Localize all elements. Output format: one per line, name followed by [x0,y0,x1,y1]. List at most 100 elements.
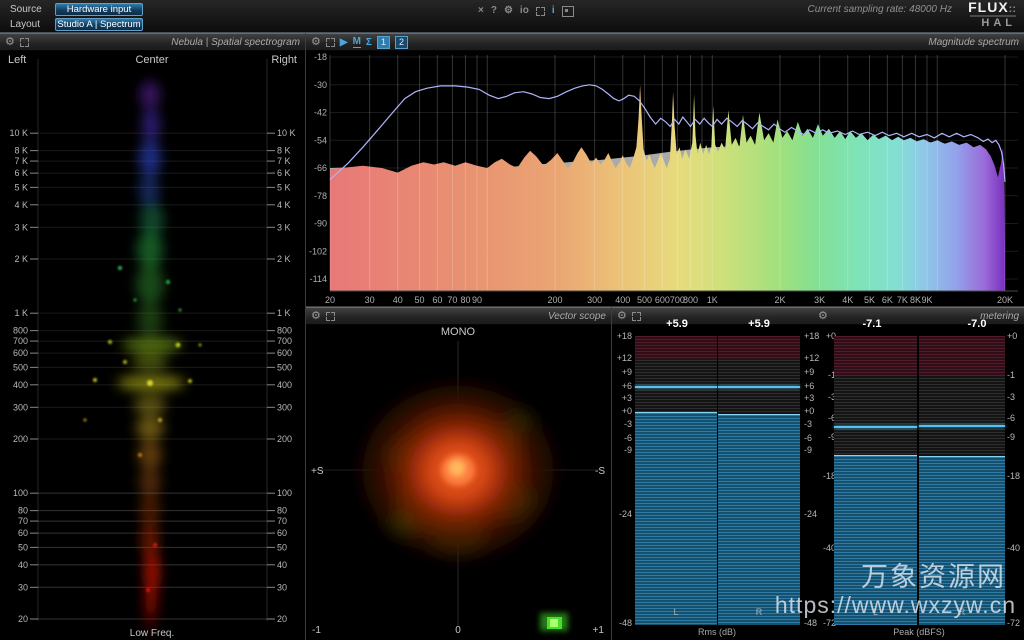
freq-tick-label: 2K [774,295,785,305]
meter-value: +5.9 [748,318,770,330]
meter-zone-hot [635,336,717,360]
source-select-button[interactable]: Hardware input [55,3,143,16]
meter-peak-hold [834,426,917,428]
db-tick-label: -90 [314,219,327,229]
freq-tick-label: 5 K [14,182,28,192]
help-icon[interactable]: ? [491,5,497,17]
meter-scale-label: +12 [614,353,632,363]
freq-tick-label: 4K [842,295,853,305]
play-icon[interactable]: ▶ [340,37,348,48]
channel-label: R [756,607,763,617]
brand-flux: FLUX [968,0,1009,15]
freq-tick-label: 1 K [14,308,28,318]
freq-tick-label: 80 [277,506,287,516]
freq-tick-label: 50 [18,542,28,552]
sampling-rate-label: Current sampling rate: 48000 Hz [807,4,952,15]
panel-title: Magnitude spectrum [928,37,1019,48]
freq-tick-label: 3K [814,295,825,305]
meter-zone-level [919,457,1005,625]
fullscreen-icon[interactable] [326,38,335,47]
settings-icon[interactable]: ⚙ [5,35,15,49]
freq-tick-label: 60 [432,295,442,305]
freq-tick-label: 500 [637,295,652,305]
correlation-axis-label: 0 [455,625,461,636]
freq-tick-label: 8 K [14,146,28,156]
freq-tick-label: 8K [910,295,921,305]
info-icon[interactable]: i [552,5,555,17]
db-tick-label: -66 [314,163,327,173]
freq-tick-label: 30 [277,582,287,592]
close-icon[interactable]: × [478,5,484,17]
freq-tick-label: 60 [18,528,28,538]
fullscreen-icon[interactable] [536,7,545,16]
nebula-spectrogram: 10 K10 K8 K8 K7 K7 K6 K6 K5 K5 K4 K4 K3 … [0,51,305,640]
low-freq-label: Low Freq. [130,628,174,639]
metering-panel: ⚙ ⚙ metering +5.9+5.9+18+18+12+12+9+9+6+… [612,307,1024,640]
nebula-header: ⚙ Nebula | Spatial spectrogram [0,33,305,51]
nebula-cloud [117,81,185,632]
db-tick-label: -42 [314,108,327,118]
settings-icon[interactable]: ⚙ [311,309,321,323]
channel-label: R [959,607,966,617]
meter-caption: Rms (dB) [698,627,736,637]
panel-title: Vector scope [548,311,606,322]
freq-tick-label: 600 [655,295,670,305]
window-icon[interactable] [562,6,574,17]
side-label-minus-s: -S [595,466,605,477]
meter-caption: Peak (dBFS) [893,627,945,637]
sum-toggle[interactable]: Σ [366,37,372,48]
meter-scale-label: +3 [614,393,632,403]
spectrum-panel: ⚙ ▶ M Σ 1 2 Magnitude spectrum -18-30-42… [306,33,1024,307]
io-icon[interactable]: io [520,5,529,17]
freq-tick-label: 70 [447,295,457,305]
settings-icon[interactable]: ⚙ [504,5,513,17]
meter-scale-label: -48 [614,618,632,628]
freq-tick-label: 20 [277,614,287,624]
correlation-axis-label: -1 [312,625,321,636]
meter-level-top [718,414,800,415]
side-label-plus-s: +S [311,466,324,477]
freq-tick-label: 100 [277,488,292,498]
freq-tick-label: 40 [277,560,287,570]
meter-scale-label: -9 [804,445,822,455]
slot-1-button[interactable]: 1 [377,36,390,49]
db-tick-label: -114 [310,274,327,284]
freq-tick-label: 50 [415,295,425,305]
settings-icon[interactable]: ⚙ [311,35,321,49]
meter-scale-label: +9 [614,367,632,377]
freq-tick-label: 600 [13,348,28,358]
freq-tick-label: 400 [277,380,292,390]
meter-zone-hot [718,336,800,360]
freq-tick-label: 200 [13,434,28,444]
freq-tick-label: 500 [13,362,28,372]
meter-body: +5.9+5.9+18+18+12+12+9+9+6+6+3+3+0+0-3-3… [612,307,1024,640]
average-toggle[interactable]: M [353,37,361,48]
meter-scale-label: +6 [614,381,632,391]
meter-peak-hold [919,425,1005,427]
meter-scale-label: +6 [804,381,822,391]
layout-select-button[interactable]: Studio A | Spectrum [55,18,143,31]
freq-tick-label: 300 [13,402,28,412]
spectrum-area [330,85,1005,291]
meter-value: -7.1 [863,318,882,330]
meter-bar [919,336,1005,625]
freq-tick-label: 800 [13,326,28,336]
fullscreen-icon[interactable] [20,38,29,47]
meter-bar [718,336,800,625]
spectrum-header: ⚙ ▶ M Σ 1 2 Magnitude spectrum [306,33,1024,51]
meter-scale-label: +12 [804,353,822,363]
freq-tick-label: 20K [997,295,1013,305]
freq-tick-label: 20 [325,295,335,305]
slot-2-button[interactable]: 2 [395,36,408,49]
pan-label-left: Left [8,54,26,66]
meter-level-top [919,456,1005,457]
freq-tick-label: 7 K [277,156,291,166]
freq-tick-label: 30 [18,582,28,592]
fullscreen-icon[interactable] [326,312,335,321]
meter-scale-label: +0 [1007,331,1024,341]
db-tick-label: -30 [314,80,327,90]
meter-bar [834,336,917,625]
vectorscope-header: ⚙ Vector scope [306,307,611,325]
freq-tick-label: 700 [277,336,292,346]
vectorscope-display: MONO+S-S-10+1 [306,325,611,640]
